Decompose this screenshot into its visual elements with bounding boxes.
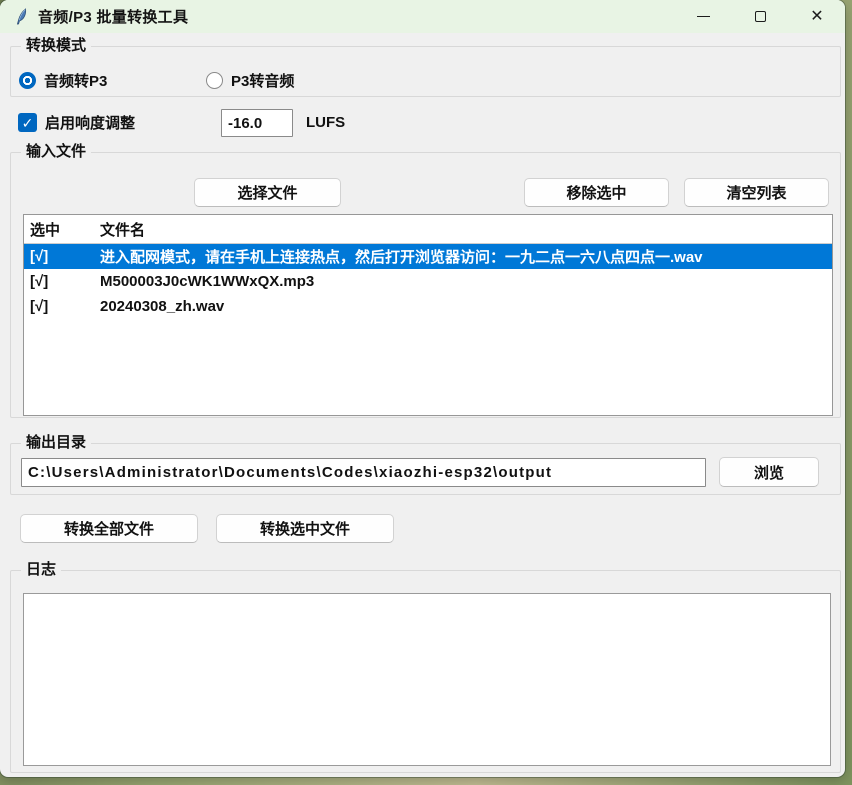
table-row[interactable]: [√] 20240308_zh.wav xyxy=(24,294,832,319)
radio-selected-icon xyxy=(19,72,36,89)
convert-all-button[interactable]: 转换全部文件 xyxy=(20,514,198,543)
input-files-group: 输入文件 选择文件 移除选中 清空列表 选中 文件名 [√] 进入配网模式，请在… xyxy=(10,152,841,418)
minimize-icon[interactable] xyxy=(675,0,731,33)
radio-audio-to-p3[interactable]: 音频转P3 xyxy=(19,70,107,91)
lufs-unit-label: LUFS xyxy=(306,114,345,131)
row-filename-cell: 进入配网模式，请在手机上连接热点，然后打开浏览器访问：一九二点一六八点四点一.w… xyxy=(100,246,832,267)
table-row[interactable]: [√] M500003J0cWK1WWxQX.mp3 xyxy=(24,269,832,294)
row-checked-cell: [√] xyxy=(24,298,100,315)
input-files-label: 输入文件 xyxy=(21,142,91,162)
row-filename-cell: 20240308_zh.wav xyxy=(100,298,832,315)
file-table-header[interactable]: 选中 文件名 xyxy=(24,215,832,244)
radio-unselected-icon xyxy=(206,72,223,89)
output-dir-label: 输出目录 xyxy=(21,433,91,453)
log-group: 日志 xyxy=(10,570,841,773)
window-title: 音频/P3 批量转换工具 xyxy=(38,6,188,27)
clear-list-button[interactable]: 清空列表 xyxy=(684,178,829,207)
file-table: 选中 文件名 [√] 进入配网模式，请在手机上连接热点，然后打开浏览器访问：一九… xyxy=(23,214,833,416)
radio-p3-to-audio-label: P3转音频 xyxy=(231,70,294,91)
loudness-checkbox-label: 启用响度调整 xyxy=(45,112,135,133)
maximize-icon[interactable] xyxy=(732,0,788,33)
mode-group: 转换模式 音频转P3 P3转音频 xyxy=(10,46,841,97)
table-row[interactable]: [√] 进入配网模式，请在手机上连接热点，然后打开浏览器访问：一九二点一六八点四… xyxy=(24,244,832,269)
log-textarea[interactable] xyxy=(23,593,831,766)
loudness-checkbox[interactable] xyxy=(18,113,37,132)
radio-audio-to-p3-label: 音频转P3 xyxy=(44,70,107,91)
output-dir-group: 输出目录 浏览 xyxy=(10,443,841,495)
app-window: 音频/P3 批量转换工具 ✕ 转换模式 音频转P3 P3转音频 启用响度调整 L… xyxy=(0,0,845,777)
python-feather-icon xyxy=(14,8,30,25)
loudness-row: 启用响度调整 xyxy=(18,112,135,133)
column-header-checked[interactable]: 选中 xyxy=(24,219,100,240)
lufs-input[interactable] xyxy=(221,109,293,137)
row-checked-cell: [√] xyxy=(24,248,100,265)
convert-selected-button[interactable]: 转换选中文件 xyxy=(216,514,394,543)
mode-group-label: 转换模式 xyxy=(21,36,91,56)
title-bar[interactable]: 音频/P3 批量转换工具 ✕ xyxy=(0,0,845,33)
column-header-filename[interactable]: 文件名 xyxy=(100,219,832,240)
close-icon[interactable]: ✕ xyxy=(789,0,845,33)
row-checked-cell: [√] xyxy=(24,273,100,290)
remove-selected-button[interactable]: 移除选中 xyxy=(524,178,669,207)
browse-button[interactable]: 浏览 xyxy=(719,457,819,487)
select-files-button[interactable]: 选择文件 xyxy=(194,178,341,207)
log-label: 日志 xyxy=(21,560,61,580)
row-filename-cell: M500003J0cWK1WWxQX.mp3 xyxy=(100,273,832,290)
radio-p3-to-audio[interactable]: P3转音频 xyxy=(206,70,294,91)
output-path-input[interactable] xyxy=(21,458,706,487)
